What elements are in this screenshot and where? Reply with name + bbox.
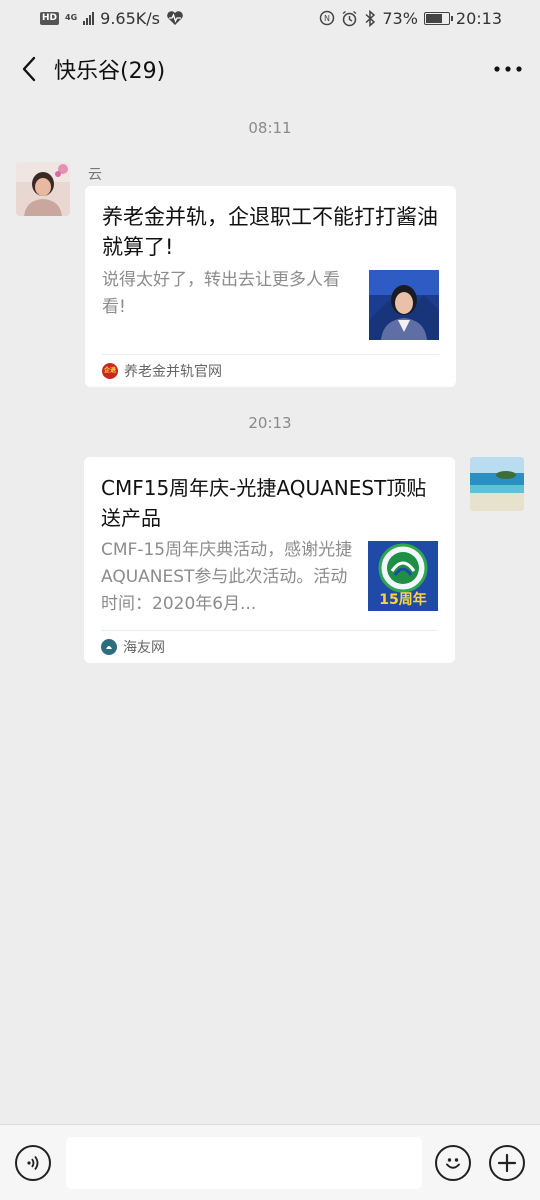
user-avatar-photo <box>16 162 70 216</box>
message-input[interactable] <box>66 1137 422 1189</box>
bluetooth-icon <box>365 9 376 27</box>
voice-button[interactable] <box>15 1145 51 1181</box>
alarm-icon <box>342 10 357 26</box>
news-anchor-thumbnail-icon <box>369 270 439 340</box>
status-right: N 73% 20:13 <box>319 9 502 28</box>
chevron-left-icon <box>22 56 36 82</box>
more-dots-icon <box>494 66 522 72</box>
card-divider <box>102 354 439 355</box>
status-bar: HD 4G 9.65K/s N 73% 20:13 <box>0 0 540 36</box>
beach-avatar-photo <box>470 457 524 511</box>
clock: 20:13 <box>455 8 502 28</box>
message-timestamp: 20:13 <box>248 414 292 432</box>
sender-name: 云 <box>88 167 102 183</box>
my-avatar[interactable] <box>470 457 524 511</box>
plus-button[interactable] <box>489 1145 525 1181</box>
card-description: 说得太好了，转出去让更多人看看! <box>102 270 340 317</box>
source-name: 养老金并轨官网 <box>124 364 222 380</box>
source-logo-icon: 企退 <box>102 363 118 379</box>
input-bar <box>0 1124 540 1200</box>
svg-text:N: N <box>324 14 330 23</box>
chat-title: 快乐谷(29) <box>54 59 166 84</box>
card-source: 企退 养老金并轨官网 <box>102 361 222 381</box>
card-title: CMF15周年庆-光捷AQUANEST顶贴送产品 <box>101 476 427 530</box>
data-saver-icon: N <box>320 10 335 26</box>
link-card[interactable]: CMF15周年庆-光捷AQUANEST顶贴送产品 CMF-15周年庆典活动，感谢… <box>84 457 455 663</box>
emoji-icon <box>446 1158 460 1169</box>
heart-rate-icon <box>167 11 183 25</box>
network-speed: 9.65K/s <box>100 8 160 28</box>
link-card[interactable]: 养老金并轨，企退职工不能打打酱油就算了! 说得太好了，转出去让更多人看看! 企退… <box>85 186 456 387</box>
card-description: CMF-15周年庆典活动，感谢光捷AQUANEST参与此次活动。活动时间：202… <box>101 540 353 614</box>
more-options-button[interactable] <box>490 49 526 89</box>
source-logo-icon <box>101 639 117 655</box>
source-name: 海友网 <box>123 640 165 656</box>
thumbnail-caption: 15周年 <box>379 592 427 608</box>
source-logo-text: 企退 <box>103 367 116 374</box>
anniversary-badge-thumbnail-icon: 15周年 <box>368 541 438 611</box>
chat-header: 快乐谷(29) <box>0 36 540 102</box>
battery-icon <box>423 11 453 25</box>
avatar[interactable] <box>16 162 70 216</box>
signal-icon <box>83 11 95 25</box>
hd-badge: HD <box>40 11 60 25</box>
emoji-button[interactable] <box>435 1145 471 1181</box>
voice-icon <box>27 1155 39 1171</box>
card-title: 养老金并轨，企退职工不能打打酱油就算了! <box>102 205 438 259</box>
card-source: 海友网 <box>101 637 165 657</box>
plus-icon <box>497 1153 517 1173</box>
network-type: 4G <box>65 13 78 22</box>
back-button[interactable] <box>14 49 44 89</box>
message-timestamp: 08:11 <box>248 119 292 137</box>
battery-percent: 73% <box>382 8 418 28</box>
card-divider <box>101 630 438 631</box>
status-left: HD 4G 9.65K/s <box>40 9 184 28</box>
